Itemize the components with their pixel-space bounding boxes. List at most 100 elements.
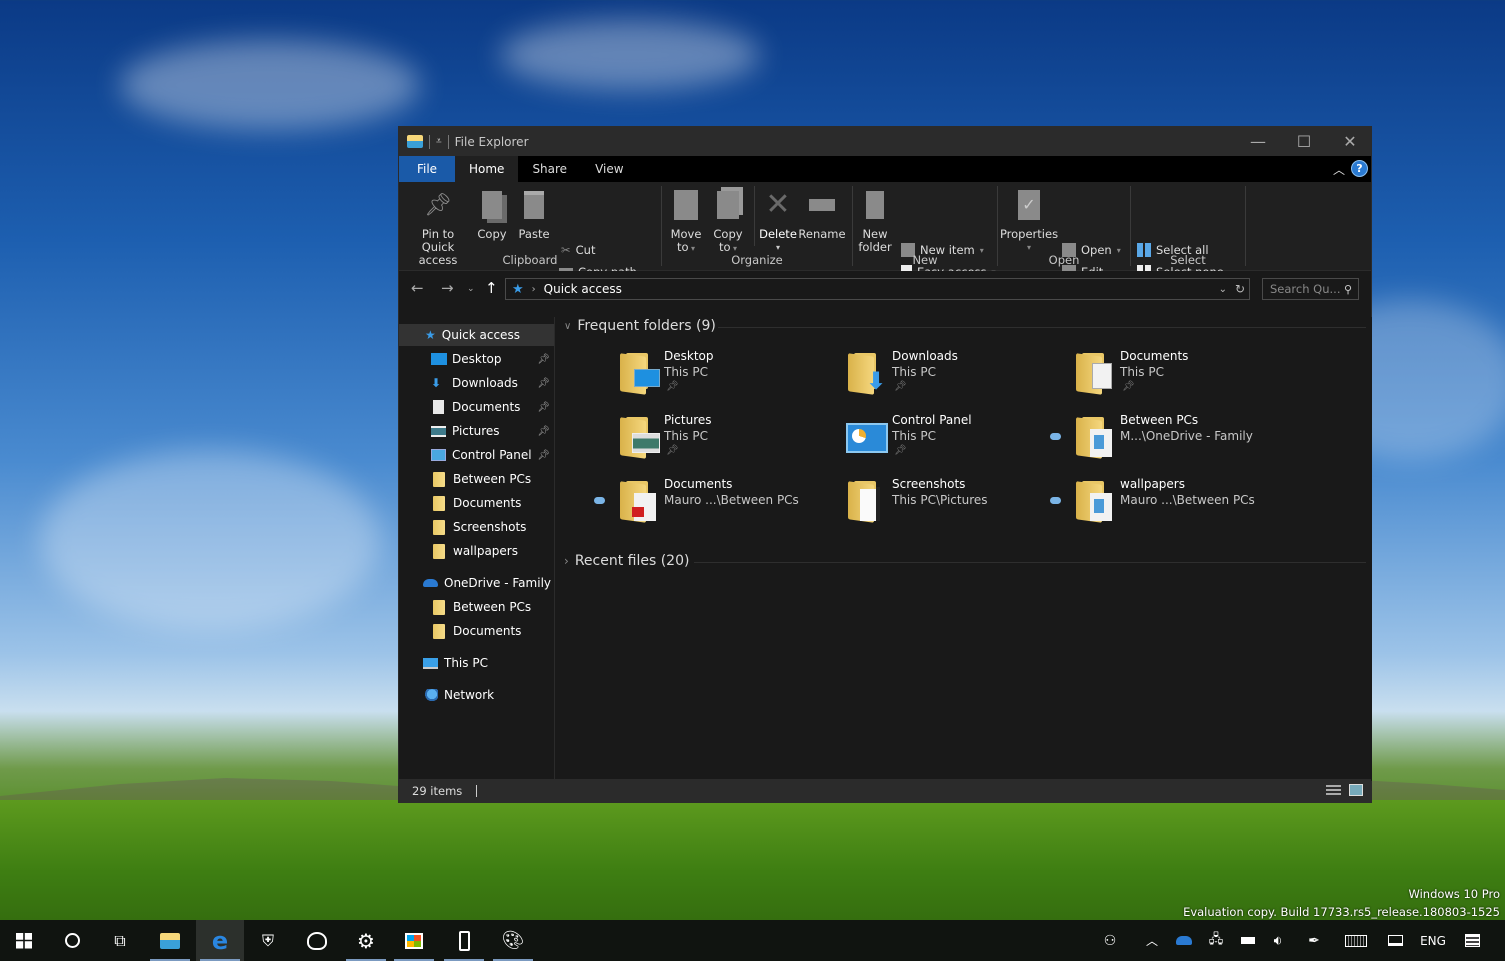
touch-keyboard-button[interactable] xyxy=(1338,920,1374,961)
tab-view[interactable]: View xyxy=(581,156,637,182)
tab-file[interactable]: File xyxy=(399,156,455,182)
touchpad-button[interactable] xyxy=(1380,920,1410,961)
taskbar-windows-security[interactable]: ⛨ xyxy=(244,920,292,961)
maximize-button[interactable]: ☐ xyxy=(1281,127,1327,156)
taskbar-your-phone[interactable] xyxy=(440,920,488,961)
pin-icon[interactable]: 📌︎ xyxy=(537,426,550,437)
pin-icon[interactable]: 📌︎ xyxy=(537,354,550,365)
sidebar-item-between-pcs[interactable]: Between PCs xyxy=(399,468,554,490)
windows-ink-button[interactable]: ✒ xyxy=(1300,920,1328,961)
sidebar-item-wallpapers[interactable]: wallpapers xyxy=(399,540,554,562)
forward-arrow-icon[interactable]: → xyxy=(441,279,454,297)
search-icon[interactable]: ⚲ xyxy=(1344,283,1352,296)
control-panel-icon xyxy=(431,449,446,461)
tab-home[interactable]: Home xyxy=(455,156,519,182)
battery-tray-button[interactable] xyxy=(1234,920,1262,961)
show-hidden-icons-button[interactable]: ︿ xyxy=(1138,920,1166,961)
folder-app-icon[interactable] xyxy=(407,135,423,148)
frequent-folder-tile[interactable]: wallpapers Mauro ...\Between PCs xyxy=(1050,477,1294,533)
people-button[interactable]: ⚇ xyxy=(1088,920,1132,961)
sidebar-item-onedrive-between-pcs[interactable]: Between PCs xyxy=(399,596,554,618)
minimize-button[interactable]: — xyxy=(1235,127,1281,156)
frequent-folder-tile[interactable]: Desktop This PC 📌︎ xyxy=(618,349,838,405)
paste-button[interactable]: Paste xyxy=(518,186,550,241)
pin-icon[interactable]: 📌︎ xyxy=(537,450,550,461)
folder-icon xyxy=(1074,415,1118,459)
edge-icon: e xyxy=(211,926,229,955)
sidebar-item-pictures[interactable]: Pictures 📌︎ xyxy=(399,420,554,442)
new-group: New folder New item▾ Easy access▾ New xyxy=(853,182,997,279)
refresh-icon[interactable]: ↻ xyxy=(1235,282,1245,296)
sidebar-item-onedrive[interactable]: OneDrive - Family xyxy=(399,572,554,594)
recent-locations-dropdown-icon[interactable]: ⌄ xyxy=(467,284,475,294)
action-center-button[interactable] xyxy=(1456,920,1488,961)
taskbar-photos[interactable] xyxy=(293,920,341,961)
sidebar-item-network[interactable]: Network xyxy=(399,684,554,706)
frequent-folder-tile[interactable]: Between PCs M...\OneDrive - Family xyxy=(1050,413,1294,469)
copy-button[interactable]: Copy xyxy=(477,186,507,241)
pin-icon[interactable]: 📌︎ xyxy=(537,402,550,413)
frequent-folder-tile[interactable]: Screenshots This PC\Pictures xyxy=(846,477,1066,533)
details-view-icon[interactable] xyxy=(1326,785,1341,796)
frequent-folder-tile[interactable]: Pictures This PC 📌︎ xyxy=(618,413,838,469)
sidebar-item-desktop[interactable]: Desktop 📌︎ xyxy=(399,348,554,370)
search-input[interactable]: Search Qu... xyxy=(1270,282,1340,296)
taskbar-paint-3d[interactable]: 🎨︎ xyxy=(489,920,537,961)
chevron-down-icon[interactable]: ∨ xyxy=(564,321,571,332)
quick-access-toolbar-dropdown-icon[interactable]: ⩡ xyxy=(436,136,442,147)
sidebar-item-documents[interactable]: Documents 📌︎ xyxy=(399,396,554,418)
collapse-ribbon-icon[interactable]: ︿ xyxy=(1333,161,1345,178)
address-dropdown-icon[interactable]: ⌄ xyxy=(1219,284,1227,295)
breadcrumb-chevron-icon[interactable]: › xyxy=(532,284,536,295)
copy-to-button[interactable]: Copy to ▾ xyxy=(712,186,744,255)
frequent-folder-tile[interactable]: Documents Mauro ...\Between PCs xyxy=(594,477,838,533)
sidebar-item-quick-access[interactable]: ★ Quick access xyxy=(399,324,554,346)
pin-icon: 📌︎ xyxy=(666,381,679,392)
taskbar-settings[interactable]: ⚙ xyxy=(342,920,390,961)
input-language-button[interactable]: ENG xyxy=(1414,920,1452,961)
delete-button[interactable]: ✕ Delete ▾ xyxy=(759,186,797,254)
back-arrow-icon[interactable]: ← xyxy=(411,279,424,297)
search-box[interactable]: Search Qu... ⚲ xyxy=(1262,278,1359,300)
folder-icon xyxy=(1074,351,1118,395)
move-to-button[interactable]: Move to ▾ xyxy=(670,186,702,255)
sidebar-item-screenshots[interactable]: Screenshots xyxy=(399,516,554,538)
frequent-folder-tile[interactable]: Documents This PC 📌︎ xyxy=(1074,349,1294,405)
frequent-folders-header[interactable]: ∨ Frequent folders (9) xyxy=(564,318,716,334)
breadcrumb-quick-access[interactable]: Quick access xyxy=(544,282,622,296)
frequent-folder-tile[interactable]: ⬇ Downloads This PC 📌︎ xyxy=(846,349,1066,405)
chevron-right-icon[interactable]: › xyxy=(564,554,569,568)
battery-icon xyxy=(1241,937,1255,944)
title-bar[interactable]: ⩡ File Explorer — ☐ ✕ xyxy=(399,127,1371,156)
onedrive-sync-cloud-icon xyxy=(594,497,605,504)
onedrive-tray-button[interactable] xyxy=(1170,920,1198,961)
recent-files-header[interactable]: › Recent files (20) xyxy=(564,553,689,569)
section-divider xyxy=(694,562,1366,563)
task-view-button[interactable]: ⧉ xyxy=(96,920,144,961)
help-icon[interactable]: ? xyxy=(1351,160,1368,177)
sidebar-item-documents-2[interactable]: Documents xyxy=(399,492,554,514)
new-folder-button[interactable]: New folder xyxy=(858,186,892,254)
sidebar-item-downloads[interactable]: ⬇ Downloads 📌︎ xyxy=(399,372,554,394)
sidebar-item-this-pc[interactable]: This PC xyxy=(399,652,554,674)
address-bar[interactable]: ★ › Quick access ⌄ ↻ xyxy=(505,278,1250,300)
frequent-folder-tile[interactable]: Control Panel This PC 📌︎ xyxy=(846,413,1066,469)
start-button[interactable] xyxy=(0,920,48,961)
taskbar-file-explorer[interactable] xyxy=(146,920,194,961)
cortana-search-button[interactable] xyxy=(48,920,96,961)
up-arrow-icon[interactable]: ↑ xyxy=(485,279,498,297)
close-button[interactable]: ✕ xyxy=(1327,127,1373,156)
sidebar-item-onedrive-documents[interactable]: Documents xyxy=(399,620,554,642)
volume-tray-button[interactable]: 🔉︎ xyxy=(1264,920,1292,961)
taskbar-store[interactable] xyxy=(390,920,438,961)
pin-icon[interactable]: 📌︎ xyxy=(537,378,550,389)
sidebar-item-control-panel[interactable]: Control Panel 📌︎ xyxy=(399,444,554,466)
large-icons-view-icon[interactable] xyxy=(1349,784,1363,796)
tab-share[interactable]: Share xyxy=(518,156,581,182)
taskbar-edge[interactable]: e xyxy=(196,920,244,961)
rename-button[interactable]: Rename xyxy=(798,186,846,241)
organize-label: Organize xyxy=(731,253,783,267)
properties-button[interactable]: ✓ Properties ▾ xyxy=(1000,186,1058,254)
network-tray-button[interactable]: 🖧︎ xyxy=(1202,920,1230,961)
folder-location: This PC xyxy=(664,365,708,379)
